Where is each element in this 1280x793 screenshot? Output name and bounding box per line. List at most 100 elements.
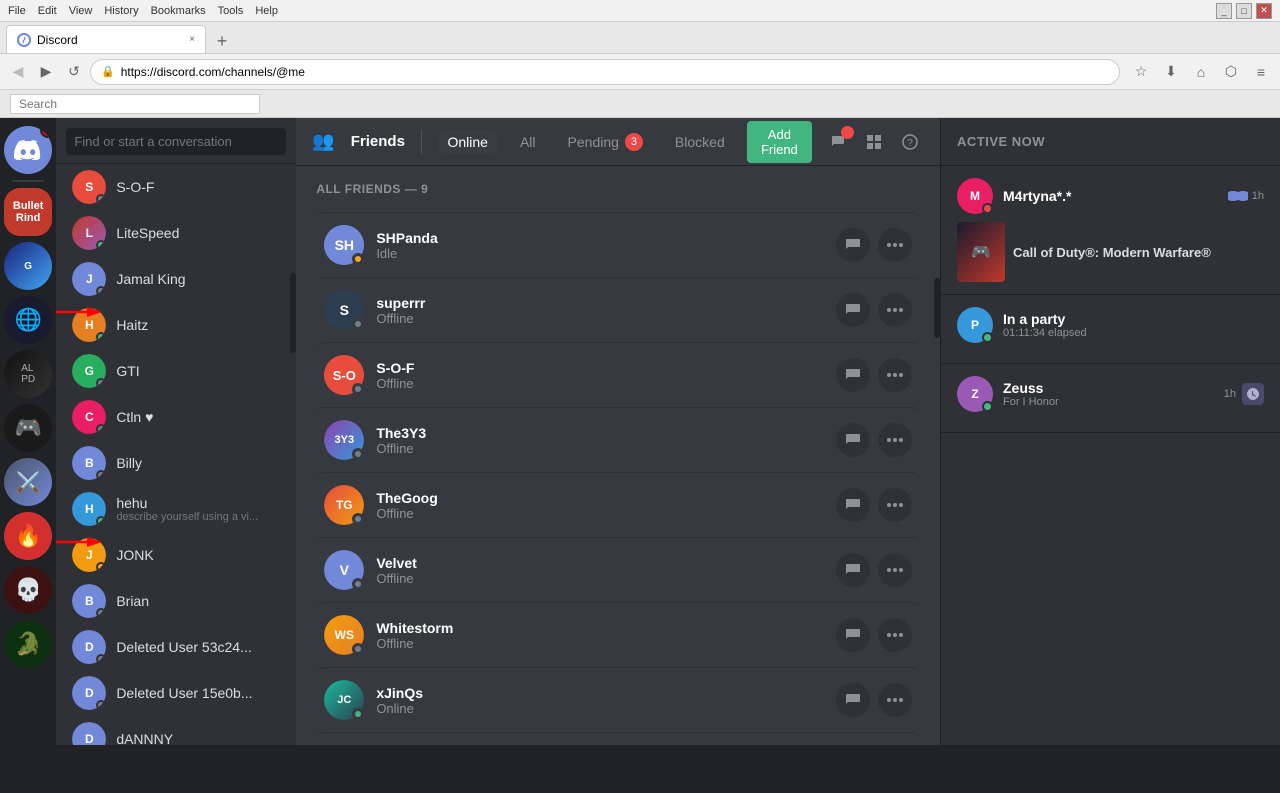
tab-favicon <box>17 33 31 47</box>
menu-history[interactable]: History <box>104 5 138 17</box>
home-button[interactable]: ⌂ <box>1188 59 1214 85</box>
tab-blocked[interactable]: Blocked <box>665 130 735 154</box>
dm-item-gti[interactable]: G GTI <box>62 348 290 394</box>
more-the3y3-button[interactable] <box>878 423 912 457</box>
server-icon-5[interactable]: 🎮 <box>4 404 52 452</box>
new-group-dm-button[interactable] <box>824 128 852 156</box>
dm-item-brian[interactable]: B Brian <box>62 578 290 624</box>
server-icon-9[interactable]: 🐊 <box>4 620 52 668</box>
friend-item-whitestorm[interactable]: WS Whitestorm Offline <box>316 602 920 667</box>
dm-name-jonk: JONK <box>116 547 280 563</box>
find-input[interactable] <box>10 94 260 114</box>
active-tab[interactable]: Discord × <box>6 25 206 53</box>
dm-item-dannny[interactable]: D dANNNY <box>62 716 290 745</box>
message-xjinqs-button[interactable] <box>836 683 870 717</box>
menu-file[interactable]: File <box>8 5 26 17</box>
dm-item-billy[interactable]: B Billy <box>62 440 290 486</box>
dm-avatar-gti: G <box>72 354 106 388</box>
more-xjinqs-button[interactable] <box>878 683 912 717</box>
menu-bookmarks[interactable]: Bookmarks <box>151 5 206 17</box>
dm-item-deleted2[interactable]: D Deleted User 15e0b... <box>62 670 290 716</box>
new-tab-button[interactable]: + <box>210 29 234 53</box>
dm-item-haitz[interactable]: H Haitz <box>62 302 290 348</box>
dm-avatar-deleted2: D <box>72 676 106 710</box>
menu-button[interactable]: ≡ <box>1248 59 1274 85</box>
active-status-party <box>982 332 993 343</box>
friend-item-sof[interactable]: S-O S-O-F Offline <box>316 342 920 407</box>
dm-search-input[interactable] <box>66 128 286 155</box>
friend-item-xxrenati[interactable]: XR XxRenati Offline <box>316 732 920 745</box>
more-sof2-button[interactable] <box>878 358 912 392</box>
friend-status-superrr: Offline <box>376 311 836 326</box>
message-thegoog-button[interactable] <box>836 488 870 522</box>
message-whitestorm-button[interactable] <box>836 618 870 652</box>
pocket-button[interactable]: ⬡ <box>1218 59 1244 85</box>
dm-avatar-sof: S <box>72 170 106 204</box>
friend-status-sof2: Offline <box>376 376 836 391</box>
layout-toggle-button[interactable] <box>860 128 888 156</box>
server-icon-6[interactable]: ⚔️ <box>4 458 52 506</box>
more-superrr-button[interactable] <box>878 293 912 327</box>
active-card-zeuss: Z Zeuss For I Honor 1h <box>941 364 1280 433</box>
refresh-button[interactable]: ↺ <box>62 60 86 84</box>
friend-actions-the3y3 <box>836 423 912 457</box>
bookmark-button[interactable]: ☆ <box>1128 59 1154 85</box>
tab-close-button[interactable]: × <box>189 34 195 45</box>
friend-item-velvet[interactable]: V Velvet Offline <box>316 537 920 602</box>
status-ctln <box>96 424 106 434</box>
win-maximize[interactable]: □ <box>1236 3 1252 19</box>
menu-tools[interactable]: Tools <box>218 5 244 17</box>
forward-button[interactable]: ▶ <box>34 60 58 84</box>
message-shpanda-button[interactable] <box>836 228 870 262</box>
more-velvet-button[interactable] <box>878 553 912 587</box>
message-the3y3-button[interactable] <box>836 423 870 457</box>
friend-info-shpanda: SHPanda Idle <box>376 230 836 261</box>
back-button[interactable]: ◀ <box>6 60 30 84</box>
server-icon-7[interactable]: 🔥 <box>4 512 52 560</box>
dm-item-ctln[interactable]: C Ctln ♥ <box>62 394 290 440</box>
friend-item-thegoog[interactable]: TG TheGoog Offline <box>316 472 920 537</box>
window-controls: _ □ ✕ <box>1216 3 1272 19</box>
help-button[interactable]: ? <box>896 128 924 156</box>
active-now-header: ACTIVE NOW <box>941 118 1280 166</box>
message-velvet-button[interactable] <box>836 553 870 587</box>
server-icon-2[interactable]: G <box>4 242 52 290</box>
friend-info-the3y3: The3Y3 Offline <box>376 425 836 456</box>
menu-view[interactable]: View <box>69 5 93 17</box>
server-icon-1[interactable]: BulletRind <box>4 188 52 236</box>
dm-item-jonk[interactable]: J JONK <box>62 532 290 578</box>
message-sof2-button[interactable] <box>836 358 870 392</box>
tab-online[interactable]: Online <box>438 130 498 154</box>
dm-item-jamalking[interactable]: J Jamal King <box>62 256 290 302</box>
download-button[interactable]: ⬇ <box>1158 59 1184 85</box>
friend-item-superrr[interactable]: S superrr Offline <box>316 277 920 342</box>
active-name-party: In a party <box>1003 311 1264 327</box>
more-thegoog-button[interactable] <box>878 488 912 522</box>
more-whitestorm-button[interactable] <box>878 618 912 652</box>
dm-item-sof[interactable]: S S-O-F <box>62 164 290 210</box>
friend-item-shpanda[interactable]: SH SHPanda Idle <box>316 212 920 277</box>
menu-edit[interactable]: Edit <box>38 5 57 17</box>
active-avatar-party: P <box>957 307 993 343</box>
more-shpanda-button[interactable] <box>878 228 912 262</box>
message-superrr-button[interactable] <box>836 293 870 327</box>
tab-pending[interactable]: Pending 3 <box>558 129 653 155</box>
dm-item-hehu[interactable]: H hehu describe yourself using a vi... <box>62 486 290 532</box>
friend-item-xjinqs[interactable]: JC xJinQs Online <box>316 667 920 732</box>
friend-avatar-thegoog: TG <box>324 485 364 525</box>
server-icon-3[interactable]: 🌐 <box>4 296 52 344</box>
address-bar[interactable]: 🔒 <box>90 59 1120 85</box>
url-input[interactable] <box>121 65 1109 79</box>
menu-help[interactable]: Help <box>255 5 278 17</box>
home-button[interactable]: 3 <box>4 126 52 174</box>
win-close[interactable]: ✕ <box>1256 3 1272 19</box>
server-icon-4[interactable]: ALPD <box>4 350 52 398</box>
win-minimize[interactable]: _ <box>1216 3 1232 19</box>
dm-item-litespeed[interactable]: L LiteSpeed <box>62 210 290 256</box>
friend-item-the3y3[interactable]: 3Y3 The3Y3 Offline <box>316 407 920 472</box>
dm-item-deleted1[interactable]: D Deleted User 53c24... <box>62 624 290 670</box>
add-friend-button[interactable]: Add Friend <box>747 121 812 163</box>
friend-avatar-shpanda: SH <box>324 225 364 265</box>
server-icon-8[interactable]: 💀 <box>4 566 52 614</box>
tab-all[interactable]: All <box>510 130 546 154</box>
